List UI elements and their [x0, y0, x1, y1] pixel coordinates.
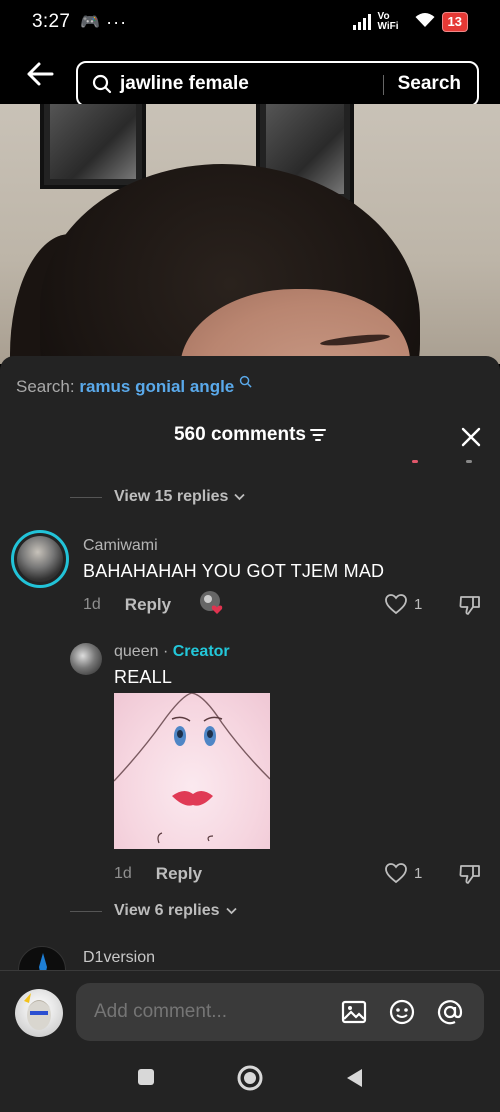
comment-list[interactable]: View 15 replies Camiwami BAHAHAHAH YOU G…	[0, 460, 500, 972]
comment-input[interactable]	[94, 1001, 340, 1023]
status-time: 3:27	[32, 11, 71, 32]
system-nav-bar	[0, 1050, 500, 1112]
view-replies-label: View 15 replies	[114, 488, 229, 505]
creator-liked-badge-icon	[200, 591, 223, 614]
recents-icon[interactable]	[136, 1067, 156, 1087]
related-search-suggestion[interactable]: Search: ramus gonial angle	[16, 375, 252, 397]
comment-username[interactable]: queen	[114, 643, 159, 660]
vowifi-label: Vo WiFi	[377, 11, 399, 32]
emoji-icon[interactable]	[388, 998, 416, 1026]
avatar[interactable]	[18, 946, 66, 972]
search-divider	[383, 75, 384, 95]
comment-count: 560 comments	[173, 424, 306, 445]
small-search-icon	[239, 375, 252, 388]
view-replies-button[interactable]: View 15 replies	[70, 488, 246, 506]
comment-meta: 1d Reply	[83, 595, 171, 615]
dislike-icon[interactable]	[458, 593, 482, 617]
heart-icon	[385, 594, 407, 615]
comment-text: BAHAHAHAH YOU GOT TJEM MAD	[83, 561, 385, 581]
video-background[interactable]	[0, 104, 500, 364]
search-query: jawline female	[120, 73, 249, 94]
avatar[interactable]	[70, 643, 102, 675]
comment-username[interactable]: Camiwami	[83, 537, 158, 555]
related-search-term[interactable]: ramus gonial angle	[79, 377, 234, 396]
search-header: jawline female Search	[0, 44, 500, 107]
reply-button[interactable]: Reply	[156, 864, 202, 884]
back-arrow-icon[interactable]	[26, 60, 54, 88]
comment-image-attachment[interactable]	[114, 693, 270, 849]
mention-icon[interactable]	[436, 998, 464, 1026]
comment-text: REALL	[114, 667, 173, 687]
search-button[interactable]: Search	[398, 73, 461, 95]
comment-input-box[interactable]	[76, 983, 484, 1041]
like-button[interactable]: 1	[384, 861, 422, 885]
reply-button[interactable]: Reply	[125, 595, 171, 615]
like-count: 1	[414, 595, 423, 613]
comment-username-row: queen · Creator	[114, 643, 230, 661]
my-avatar[interactable]	[15, 989, 63, 1037]
like-count: 1	[414, 864, 423, 882]
comment-composer	[0, 970, 500, 1050]
comment-age: 1d	[83, 596, 101, 613]
like-button[interactable]: 1	[384, 592, 422, 616]
dislike-icon[interactable]	[458, 862, 482, 886]
close-icon[interactable]	[460, 426, 482, 448]
back-icon[interactable]	[344, 1067, 364, 1089]
signal-icon	[352, 14, 371, 30]
avatar[interactable]	[11, 530, 69, 588]
battery-indicator: 13	[441, 12, 468, 32]
search-input[interactable]: jawline female Search	[76, 61, 479, 107]
related-search-prefix: Search:	[16, 377, 75, 396]
heart-icon	[385, 863, 407, 884]
view-replies-button[interactable]: View 6 replies	[70, 902, 237, 920]
comment-age: 1d	[114, 865, 132, 882]
image-icon[interactable]	[340, 998, 368, 1026]
sort-filter-icon[interactable]	[310, 428, 326, 442]
more-notifications-icon: ···	[106, 11, 128, 32]
chevron-down-icon	[234, 493, 246, 501]
comment-username[interactable]: D1version	[83, 949, 155, 967]
username-separator: ·	[162, 643, 169, 660]
status-bar: 3:27 🎮 ··· Vo WiFi 13	[0, 0, 500, 44]
view-replies-label: View 6 replies	[114, 902, 220, 919]
wifi-icon	[415, 12, 435, 33]
comments-header: 560 comments	[0, 424, 500, 454]
gamepad-icon: 🎮	[80, 14, 101, 31]
creator-badge: Creator	[172, 643, 230, 660]
search-icon	[92, 74, 112, 94]
home-icon[interactable]	[236, 1064, 264, 1092]
comment-meta: 1d Reply	[114, 864, 202, 884]
chevron-down-icon	[225, 907, 237, 915]
